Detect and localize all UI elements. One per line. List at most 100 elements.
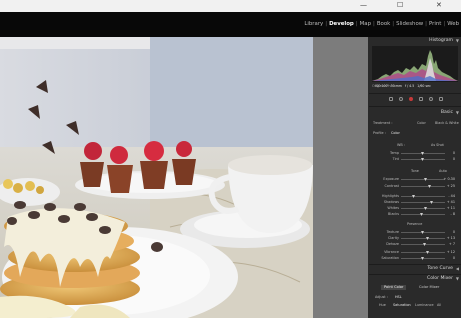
develop-right-panel: Histogram ▼ ISO 100 50 mm f / 4.5 1/60 s… (369, 37, 461, 318)
dehaze-value[interactable]: + 7 (449, 242, 455, 246)
workspace-background (313, 37, 369, 318)
treatment-bw[interactable]: Black & White (435, 121, 459, 125)
module-library[interactable]: Library (304, 20, 323, 28)
whites-slider-thumb[interactable] (424, 207, 427, 210)
module-picker: Library | Develop | Map | Book | Slidesh… (304, 20, 459, 28)
mixer-hue[interactable]: Hue (379, 303, 386, 307)
spot-removal-icon[interactable] (399, 97, 403, 101)
vibrance-value[interactable]: + 12 (447, 250, 455, 254)
module-develop[interactable]: Develop (329, 20, 354, 28)
whites-label: Whites (387, 206, 399, 210)
temp-slider-thumb[interactable] (421, 152, 424, 155)
blacks-label: Blacks (388, 212, 399, 216)
treatment-label: Treatment : (373, 121, 393, 125)
blacks-value[interactable]: - 8 (451, 212, 455, 216)
module-slideshow[interactable]: Slideshow (396, 20, 423, 28)
clarity-slider-thumb[interactable] (426, 237, 429, 240)
module-web[interactable]: Web (447, 20, 459, 28)
profile-select[interactable]: Color (391, 131, 400, 135)
maximize-icon[interactable]: ☐ (397, 2, 403, 9)
tint-label: Tint (392, 157, 399, 161)
shadows-label: Shadows (383, 200, 399, 204)
clarity-slider[interactable] (401, 237, 445, 240)
original-photo-label: Original Photo (372, 84, 397, 88)
radial-filter-icon[interactable] (429, 97, 433, 101)
whites-value[interactable]: + 11 (447, 206, 455, 210)
exposure-slider-thumb[interactable] (424, 178, 427, 181)
tool-strip (389, 97, 443, 103)
texture-slider[interactable] (401, 231, 445, 234)
color-mixer-header[interactable]: Color Mixer ▼ (369, 275, 461, 283)
basic-header[interactable]: Basic ▼ (369, 109, 461, 117)
wb-select[interactable]: As Shot (431, 143, 444, 147)
color-mixer-title: Color Mixer (427, 276, 453, 281)
tint-slider[interactable] (401, 158, 445, 161)
saturation-slider-thumb[interactable] (421, 257, 424, 260)
clarity-value[interactable]: + 13 (447, 236, 455, 240)
contrast-label: Contrast (384, 184, 400, 188)
module-bar: Library | Develop | Map | Book | Slidesh… (0, 12, 461, 37)
histogram-title: Histogram (429, 38, 453, 43)
close-icon[interactable]: ✕ (436, 2, 442, 9)
exposure-value[interactable]: + 0.30 (444, 177, 455, 181)
texture-value[interactable]: 0 (453, 230, 455, 234)
tint-slider-thumb[interactable] (421, 158, 424, 161)
dehaze-label: Dehaze (386, 242, 399, 246)
mixer-luminance[interactable]: Luminance (415, 303, 434, 307)
blacks-slider-thumb[interactable] (420, 213, 423, 216)
blacks-slider[interactable] (401, 213, 445, 216)
graduated-filter-icon[interactable] (419, 97, 423, 101)
highlights-label: Highlights (381, 194, 399, 198)
brush-tool-icon[interactable] (439, 97, 443, 101)
treatment-color[interactable]: Color (417, 121, 426, 125)
dehaze-slider[interactable] (401, 243, 445, 246)
histogram-graph (372, 50, 458, 81)
crop-tool-icon[interactable] (389, 97, 393, 101)
tone-curve-title: Tone Curve (427, 266, 453, 271)
photo-canvas[interactable] (0, 37, 313, 318)
exposure-slider[interactable] (401, 178, 445, 181)
highlights-slider[interactable] (401, 195, 445, 198)
module-book[interactable]: Book (377, 20, 390, 28)
module-print[interactable]: Print (429, 20, 441, 28)
dehaze-slider-thumb[interactable] (423, 243, 426, 246)
texture-slider-thumb[interactable] (421, 231, 424, 234)
shadows-slider-thumb[interactable] (430, 201, 433, 204)
tone-auto-button[interactable]: Auto (439, 169, 447, 173)
module-map[interactable]: Map (360, 20, 371, 28)
collapse-triangle-icon[interactable]: ▼ (456, 39, 459, 43)
mixer-saturation[interactable]: Saturation (393, 303, 411, 307)
red-eye-icon[interactable] (409, 97, 413, 101)
mixer-mode-select[interactable]: HSL (395, 295, 402, 299)
temp-slider[interactable] (401, 152, 445, 155)
texture-label: Texture (386, 230, 399, 234)
highlights-value[interactable]: - 44 (448, 194, 455, 198)
expand-triangle-icon[interactable]: ◀ (456, 267, 459, 271)
tone-curve-header[interactable]: Tone Curve ◀ (369, 265, 461, 273)
shadows-slider[interactable] (401, 201, 445, 204)
tint-value[interactable]: 0 (453, 157, 455, 161)
histogram: ISO 100 50 mm f / 4.5 1/60 sec (372, 46, 458, 88)
tab-color-mixer[interactable]: Color Mixer (419, 285, 439, 290)
profile-label: Profile : (373, 131, 386, 135)
saturation-slider[interactable] (401, 257, 445, 260)
vibrance-slider[interactable] (401, 251, 445, 254)
temp-value[interactable]: 0 (453, 151, 455, 155)
original-photo-indicator[interactable]: Original Photo (372, 84, 396, 88)
minimize-icon[interactable]: — (360, 2, 367, 9)
contrast-slider-thumb[interactable] (428, 185, 431, 188)
mixer-mode-label: Adjust : (375, 295, 388, 299)
whites-slider[interactable] (401, 207, 445, 210)
mixer-all[interactable]: All (437, 303, 441, 307)
highlights-slider-thumb[interactable] (412, 195, 415, 198)
collapse-triangle-icon[interactable]: ▼ (456, 277, 459, 281)
tab-point-color[interactable]: Point Color (381, 285, 407, 290)
histogram-header[interactable]: Histogram ▼ (369, 37, 461, 45)
contrast-slider[interactable] (401, 185, 445, 188)
shadows-value[interactable]: + 41 (447, 200, 455, 204)
basic-title: Basic (440, 110, 453, 115)
vibrance-slider-thumb[interactable] (426, 251, 429, 254)
saturation-value[interactable]: 0 (453, 256, 455, 260)
collapse-triangle-icon[interactable]: ▼ (456, 111, 459, 115)
contrast-value[interactable]: + 25 (447, 184, 455, 188)
